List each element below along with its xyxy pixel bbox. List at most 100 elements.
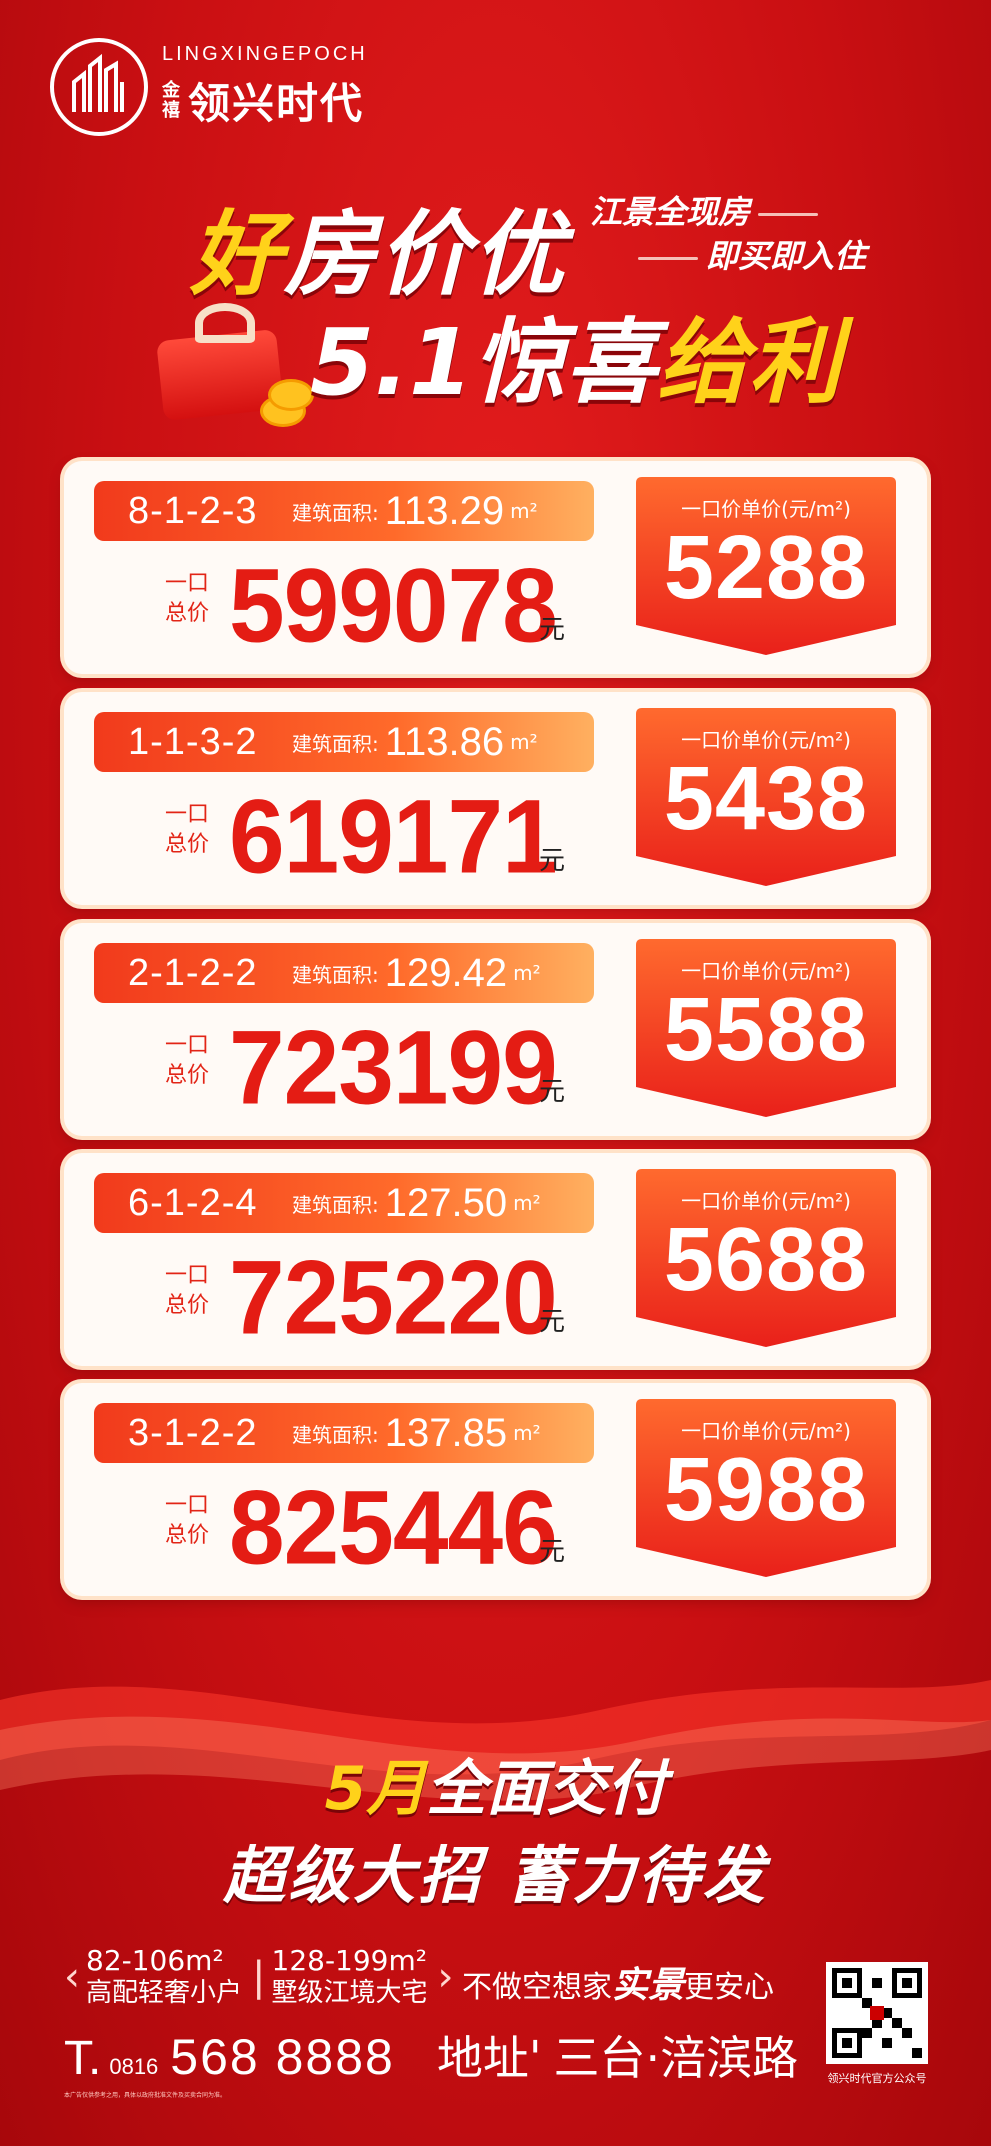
total-label-line1: 一口: [164, 571, 209, 596]
total-label: 一口 总价: [157, 1031, 217, 1091]
total-label-line1: 一口: [164, 1263, 209, 1288]
wave-divider-icon: [758, 212, 819, 216]
feature-item: | 128-199m² 墅级江境大宅 ›: [252, 1945, 460, 2009]
currency-unit: 元: [539, 1537, 566, 1567]
slogan-line1-gold: 5月: [324, 1754, 427, 1824]
slogan-line1: 5月全面交付: [0, 1740, 991, 1827]
total-label-line1: 一口: [164, 1033, 209, 1058]
currency-unit: 元: [539, 1077, 566, 1107]
gift-box-icon: [150, 295, 314, 427]
wave-divider-icon: [638, 256, 698, 260]
area-value: 137.85: [384, 1410, 508, 1455]
unit-header-bar: 2-1-2-2 建筑面积: 129.42 m²: [94, 943, 594, 1003]
address-label: 地址': [436, 2031, 542, 2085]
area-value: 113.29: [384, 488, 505, 533]
headline-side-tag: 江景全现房 即买即入住: [590, 190, 866, 278]
unit-price-badge: 一口价单价(元/m²) 5688: [626, 1169, 906, 1349]
slogan-line1-rest: 全面交付: [426, 1754, 667, 1824]
area-value: 127.50: [384, 1180, 508, 1225]
headline-line1-gold: 好: [190, 201, 285, 308]
unit-card: 6-1-2-4 建筑面积: 127.50 m² 一口 总价 725220 元 一…: [64, 1153, 927, 1366]
total-label-line1: 一口: [164, 1493, 209, 1518]
qr-caption: 领兴时代官方公众号: [827, 2072, 927, 2085]
total-label: 一口 总价: [157, 1491, 217, 1551]
area-label: 建筑面积:: [292, 731, 379, 756]
currency-unit: 元: [539, 846, 566, 876]
total-label-line2: 总价: [164, 1063, 209, 1088]
promise-pre: 不做空想家: [462, 1970, 612, 2005]
side-tag-prefix: 江景: [590, 193, 655, 231]
unit-header-bar: 3-1-2-2 建筑面积: 137.85 m²: [94, 1403, 594, 1463]
area-label: 建筑面积:: [292, 500, 379, 525]
headline-line2: 5.1惊喜给利: [310, 288, 841, 421]
total-label-line2: 总价: [164, 1523, 209, 1548]
area-unit: m²: [513, 1421, 541, 1445]
feature-desc: 墅级江境大宅: [271, 1978, 428, 2008]
brand-chinese: 领兴时代: [188, 79, 365, 128]
side-tag-bold: 全现房: [654, 193, 751, 231]
area-label: 建筑面积:: [292, 1422, 379, 1447]
building-logo-icon: [50, 38, 148, 136]
total-price: 723199: [229, 1009, 558, 1127]
total-label: 一口 总价: [157, 569, 217, 629]
total-label: 一口 总价: [157, 1261, 217, 1321]
unit-price-value: 5988: [663, 1440, 869, 1540]
area-unit: m²: [510, 730, 538, 754]
area-code: 0816: [109, 2054, 159, 2079]
side-tag-line2: 即买即入住: [706, 237, 867, 275]
brand-english: LINGXINGEPOCH: [162, 43, 368, 65]
headline-line2-white: 5.1惊喜: [310, 309, 657, 416]
unit-price-badge: 一口价单价(元/m²) 5988: [626, 1399, 906, 1579]
promise-post: 更安心: [684, 1970, 775, 2005]
unit-price-value: 5438: [663, 749, 869, 849]
unit-number: 3-1-2-2: [128, 1411, 258, 1454]
chevron-right-icon: ›: [437, 1954, 454, 2000]
promise-hand: 实景: [612, 1964, 685, 2006]
area-unit: m²: [513, 1191, 541, 1215]
legal-disclaimer: 本广告仅供参考之用，具体以政府批准文件及买卖合同为准。: [64, 2092, 227, 2099]
area-label: 建筑面积:: [292, 962, 379, 987]
unit-price-value: 5288: [663, 518, 869, 618]
chevron-left-icon: ‹: [64, 1954, 80, 2000]
feature-desc: 高配轻奢小户: [86, 1978, 243, 2008]
currency-unit: 元: [539, 615, 566, 645]
total-price: 619171: [229, 778, 558, 896]
contact-line: T. 0816 568 8888 地址' 三台·涪滨路: [64, 2022, 798, 2088]
phone-prefix: T.: [64, 2032, 102, 2085]
unit-price-value: 5588: [663, 980, 869, 1080]
total-label: 一口 总价: [157, 800, 217, 860]
address-text: 三台·涪滨路: [553, 2031, 799, 2085]
headline-line2-gold: 给利: [656, 309, 841, 416]
brand-small-mark: 金禧: [162, 79, 180, 121]
unit-price-badge: 一口价单价(元/m²) 5438: [626, 708, 906, 888]
slogan-line2: 超级大招 蓄力待发: [223, 1839, 768, 1912]
currency-unit: 元: [539, 1307, 566, 1337]
unit-number: 6-1-2-4: [128, 1181, 258, 1224]
feature-size: 128-199m²: [271, 1944, 428, 1977]
unit-number: 8-1-2-3: [128, 489, 258, 532]
divider-bar-icon: |: [252, 1954, 266, 2000]
total-label-line2: 总价: [164, 1293, 209, 1318]
feature-size: 82-106m²: [86, 1944, 224, 1977]
feature-row: ‹ 82-106m² 高配轻奢小户 | 128-199m² 墅级江境大宅 ›: [64, 1945, 460, 2009]
phone-number[interactable]: 568 8888: [170, 2028, 395, 2086]
feature-item: ‹ 82-106m² 高配轻奢小户: [64, 1945, 242, 2009]
unit-header-bar: 6-1-2-4 建筑面积: 127.50 m²: [94, 1173, 594, 1233]
unit-price-badge: 一口价单价(元/m²) 5588: [626, 939, 906, 1119]
area-label: 建筑面积:: [292, 1192, 379, 1217]
total-label-line1: 一口: [164, 802, 209, 827]
poster: LINGXINGEPOCH 金禧 领兴时代 好房价优 江景全现房 即买即入住 5…: [0, 0, 991, 2146]
unit-price-badge: 一口价单价(元/m²) 5288: [626, 477, 906, 657]
total-price: 825446: [229, 1469, 558, 1587]
unit-card: 3-1-2-2 建筑面积: 137.85 m² 一口 总价 825446 元 一…: [64, 1383, 927, 1596]
brand-logo: LINGXINGEPOCH 金禧 领兴时代: [50, 38, 368, 136]
unit-number: 1-1-3-2: [128, 720, 258, 763]
unit-card: 8-1-2-3 建筑面积: 113.29 m² 一口 总价 599078 元 一…: [64, 461, 927, 674]
area-unit: m²: [510, 499, 538, 523]
unit-number: 2-1-2-2: [128, 951, 258, 994]
qr-code-icon[interactable]: [826, 1962, 928, 2064]
total-price: 599078: [229, 547, 558, 665]
total-label-line2: 总价: [164, 832, 209, 857]
unit-card: 2-1-2-2 建筑面积: 129.42 m² 一口 总价 723199 元 一…: [64, 923, 927, 1136]
area-value: 113.86: [384, 719, 505, 764]
